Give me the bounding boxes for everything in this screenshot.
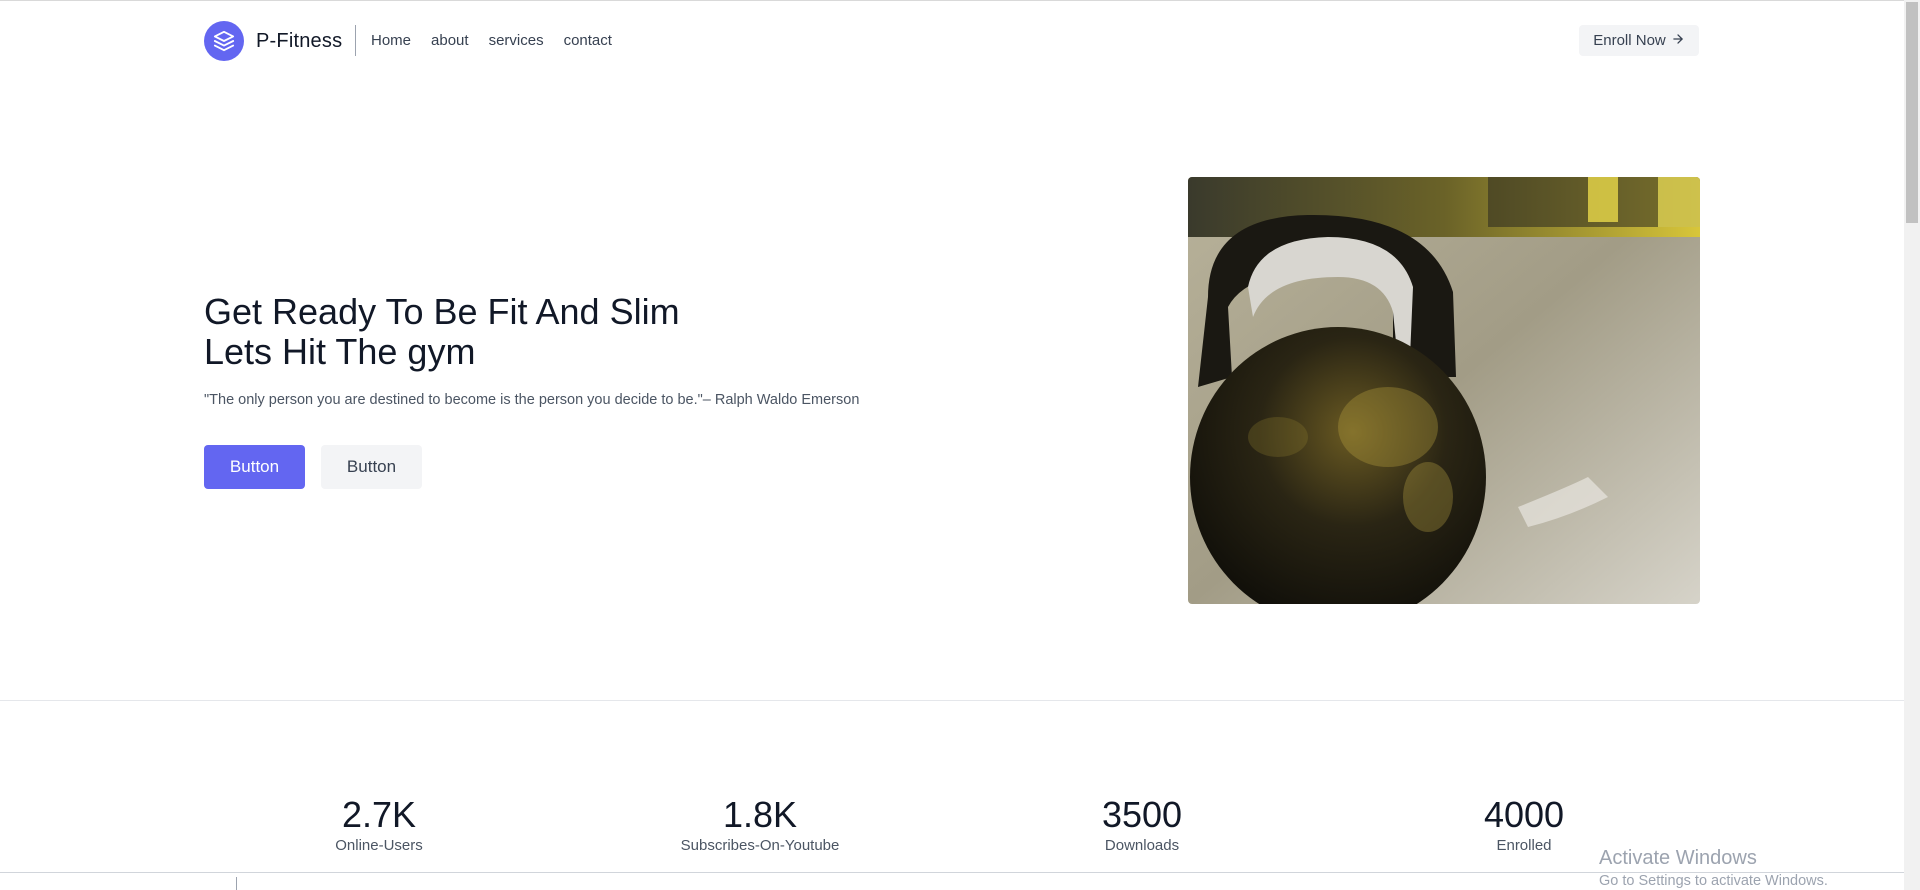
enroll-now-label: Enroll Now xyxy=(1593,32,1666,49)
stat-value: 2.7K xyxy=(341,794,417,835)
brand-name: P-Fitness xyxy=(256,29,343,52)
stat-youtube-subscribers: 1.8K Subscribes-On-Youtube xyxy=(640,795,880,856)
stat-label: Downloads xyxy=(1104,837,1180,854)
arrow-right-icon xyxy=(1671,32,1685,50)
stat-label: Online-Users xyxy=(335,837,423,854)
hero-primary-button[interactable]: Button xyxy=(204,445,305,489)
hero-secondary-button[interactable]: Button xyxy=(321,445,422,489)
main-nav: Home about services contact xyxy=(371,32,612,50)
layers-icon xyxy=(204,21,244,61)
stat-value: 4000 xyxy=(1483,794,1565,835)
hero-title-line1: Get Ready To Be Fit And Slim xyxy=(204,291,680,332)
bottom-tick xyxy=(236,877,237,890)
nav-home[interactable]: Home xyxy=(371,32,411,50)
stat-online-users: 2.7K Online-Users xyxy=(259,795,499,856)
scrollbar-thumb[interactable] xyxy=(1906,2,1918,223)
hero-title: Get Ready To Be Fit And Slim Lets Hit Th… xyxy=(204,292,904,372)
stat-label: Subscribes-On-Youtube xyxy=(680,837,840,854)
brand-logo-link[interactable]: P-Fitness xyxy=(204,21,342,61)
stat-value: 1.8K xyxy=(722,794,798,835)
site-header: P-Fitness Home about services contact En… xyxy=(0,0,1904,82)
nav-about[interactable]: about xyxy=(431,32,469,50)
hero-title-line2: Lets Hit The gym xyxy=(204,331,476,372)
watermark-line1: Activate Windows xyxy=(1599,847,1757,869)
nav-contact[interactable]: contact xyxy=(564,32,612,50)
section-divider xyxy=(0,700,1904,701)
nav-divider xyxy=(355,25,356,56)
nav-services[interactable]: services xyxy=(489,32,544,50)
enroll-now-button[interactable]: Enroll Now xyxy=(1579,25,1699,56)
watermark-line2: Go to Settings to activate Windows. xyxy=(1599,873,1828,889)
hero-image-kettlebell xyxy=(1188,177,1700,604)
stat-downloads: 3500 Downloads xyxy=(1022,795,1262,856)
stat-value: 3500 xyxy=(1101,794,1183,835)
activate-windows-watermark: Activate Windows Go to Settings to activ… xyxy=(1599,848,1828,889)
hero-quote: "The only person you are destined to bec… xyxy=(204,392,860,408)
